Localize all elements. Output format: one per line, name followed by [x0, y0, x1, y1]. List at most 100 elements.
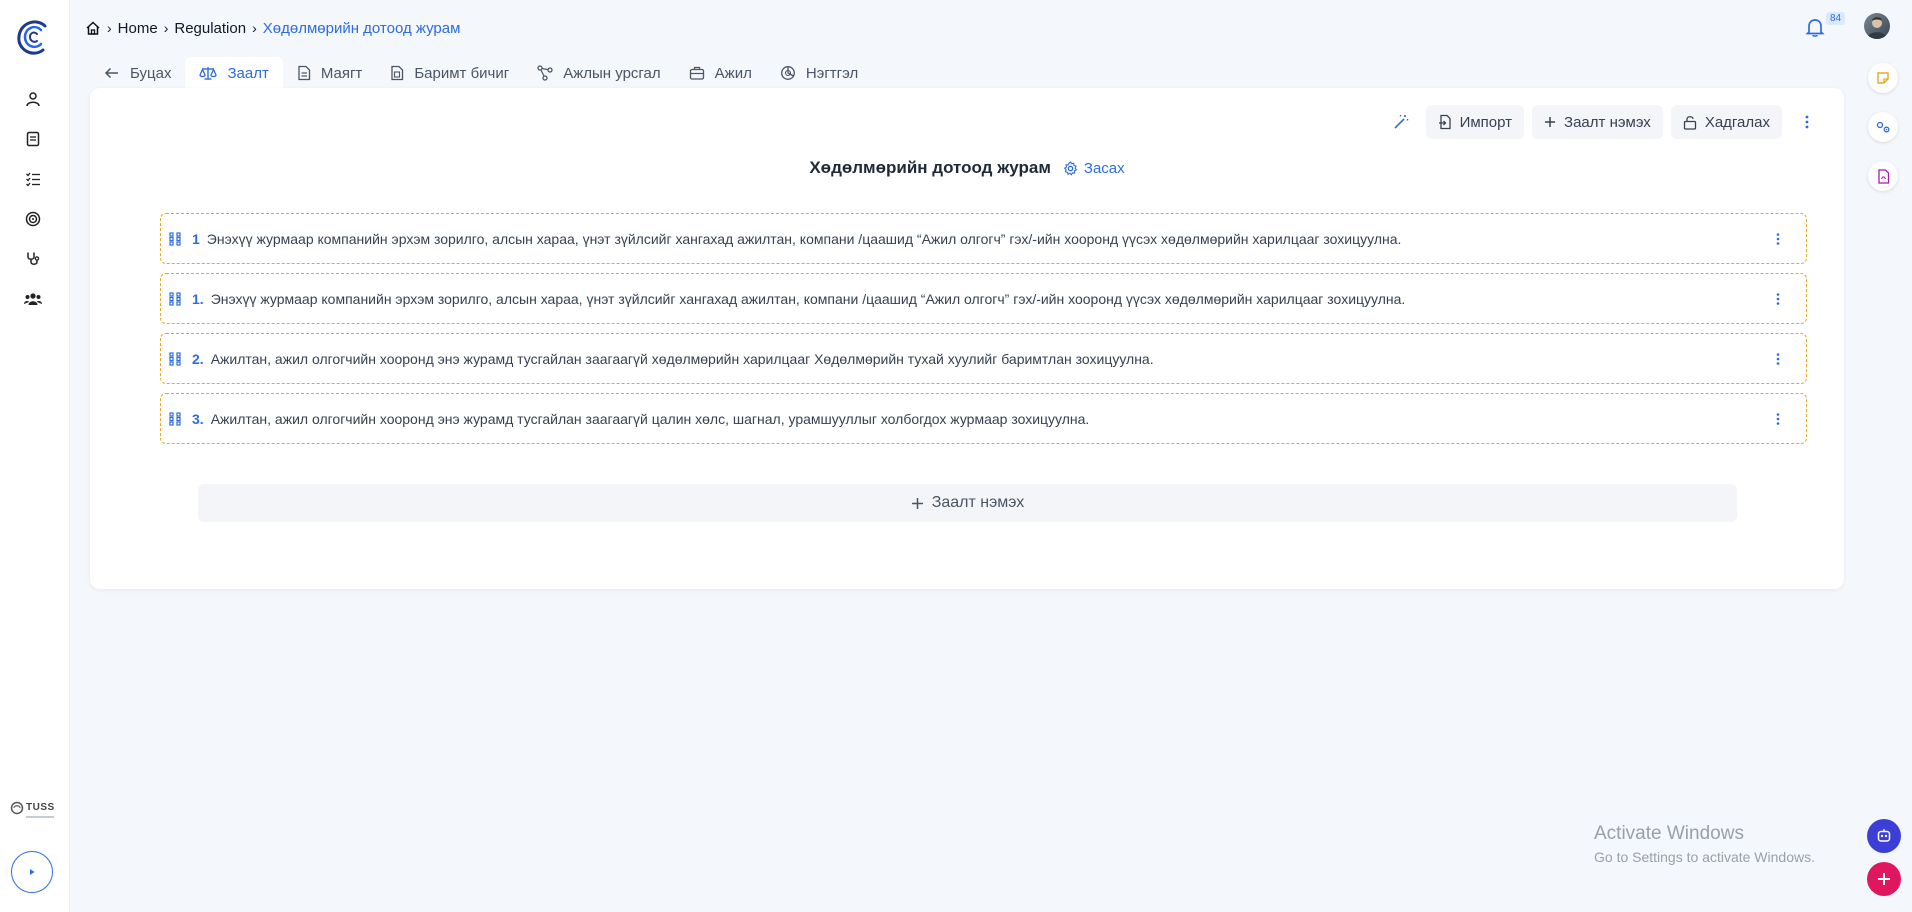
play-icon: [30, 869, 35, 875]
tab-clauses-label: Заалт: [227, 64, 269, 82]
bell-icon[interactable]: [1804, 16, 1826, 38]
clause-row[interactable]: 2. Ажилтан, ажил олгогчийн хооронд энэ ж…: [160, 333, 1807, 384]
tab-tasks-label: Ажил: [714, 64, 752, 82]
drag-handle-icon[interactable]: [168, 291, 182, 306]
magic-wand-icon: [1394, 115, 1408, 129]
tab-forms[interactable]: Маягт: [283, 57, 376, 89]
tab-documents-label: Баримт бичиг: [414, 64, 510, 82]
tab-back-label: Буцах: [130, 64, 172, 82]
main-card: Импорт Заалт нэмэх Хадгалах Хөдөлмөрийн …: [90, 88, 1844, 589]
workflow-icon: [537, 65, 553, 81]
brand-logo: TUSS: [10, 800, 54, 826]
file-pdf-icon: [1877, 168, 1889, 184]
kebab-menu-icon: [1776, 352, 1780, 365]
clause-menu-button[interactable]: [1768, 409, 1788, 429]
clause-row[interactable]: 3. Ажилтан, ажил олгогчийн хооронд энэ ж…: [160, 393, 1807, 444]
clause-number: 2.: [192, 350, 204, 367]
breadcrumb-home[interactable]: Home: [118, 20, 158, 37]
notification-count-badge: 84: [1826, 12, 1846, 25]
target-icon[interactable]: [22, 208, 44, 230]
watermark-title: Activate Windows: [1594, 823, 1744, 844]
kebab-menu-icon: [1776, 232, 1780, 245]
brand-name: TUSS: [26, 802, 55, 813]
chart-pie-icon: [780, 66, 795, 80]
clause-menu-button[interactable]: [1768, 229, 1788, 249]
toolbar: Импорт Заалт нэмэх Хадгалах: [1384, 105, 1824, 139]
file-text-icon: [391, 65, 404, 81]
tab-bar: Буцах Заалт Маягт Баримт бичиг Ажлын урс…: [90, 57, 872, 89]
chevron-right-icon: ›: [107, 20, 112, 36]
tab-tasks[interactable]: Ажил: [675, 57, 766, 89]
clause-number: 1: [192, 230, 200, 247]
save-button-label: Хадгалах: [1704, 113, 1770, 131]
add-clause-toolbar-button[interactable]: Заалт нэмэх: [1532, 105, 1663, 139]
tab-workflow[interactable]: Ажлын урсгал: [523, 57, 674, 89]
arrow-left-icon: [104, 67, 118, 79]
clause-menu-button[interactable]: [1768, 289, 1788, 309]
sticky-note-button[interactable]: [1868, 63, 1898, 93]
breadcrumb-current: Хөдөлмөрийн дотоод журам: [262, 19, 461, 37]
brand-mark-icon: [10, 801, 24, 815]
user-gear-icon: [1876, 121, 1890, 133]
scale-icon: [199, 67, 218, 80]
clause-text: Ажилтан, ажил олгогчийн хооронд энэ жура…: [210, 410, 1090, 427]
tab-back[interactable]: Буцах: [90, 57, 185, 89]
clause-menu-button[interactable]: [1768, 349, 1788, 369]
plus-icon: [1878, 873, 1890, 885]
settings-users-button[interactable]: [1868, 112, 1898, 142]
breadcrumb-regulation[interactable]: Regulation: [174, 20, 246, 37]
more-options-button[interactable]: [1790, 105, 1824, 139]
tab-summary[interactable]: Нэгтгэл: [766, 57, 872, 89]
edit-button-label: Засах: [1083, 159, 1125, 177]
tab-clauses[interactable]: Заалт: [185, 57, 283, 89]
clause-text: Ажилтан, ажил олгогчийн хооронд энэ жура…: [210, 350, 1154, 367]
kebab-menu-icon: [1776, 412, 1780, 425]
sticky-note-icon: [1877, 72, 1889, 84]
document-header: Хөдөлмөрийн дотоод журам Засах: [90, 158, 1844, 178]
edit-button[interactable]: Засах: [1063, 160, 1125, 177]
users-group-icon[interactable]: [22, 288, 44, 310]
lock-open-icon: [1683, 115, 1696, 130]
document-icon: [298, 65, 310, 81]
home-icon[interactable]: [85, 20, 101, 36]
kebab-menu-icon: [1805, 115, 1809, 129]
drag-handle-icon[interactable]: [168, 411, 182, 426]
plus-icon: [911, 497, 923, 509]
stethoscope-icon[interactable]: [22, 248, 44, 270]
clause-row[interactable]: 1 Энэхүү журмаар компанийн эрхэм зорилго…: [160, 213, 1807, 264]
add-fab-button[interactable]: [1867, 862, 1901, 896]
add-clause-button-label: Заалт нэмэх: [931, 494, 1025, 511]
watermark-subtitle: Go to Settings to activate Windows.: [1594, 849, 1815, 865]
assistant-button[interactable]: [1867, 819, 1901, 853]
clause-number: 3.: [192, 410, 204, 427]
magic-wand-button[interactable]: [1384, 105, 1418, 139]
chevron-right-icon: ›: [252, 20, 257, 36]
plus-icon: [1545, 117, 1556, 127]
clause-text: Энэхүү журмаар компанийн эрхэм зорилго, …: [210, 290, 1406, 307]
drag-handle-icon[interactable]: [168, 231, 182, 246]
checklist-icon[interactable]: [22, 168, 44, 190]
app-logo-icon[interactable]: [15, 18, 51, 58]
import-button[interactable]: Импорт: [1425, 105, 1525, 139]
gear-icon: [1063, 160, 1078, 176]
add-clause-button[interactable]: Заалт нэмэх: [198, 484, 1737, 522]
play-button[interactable]: [11, 851, 53, 893]
book-icon[interactable]: [22, 128, 44, 150]
bot-icon: [1877, 829, 1891, 842]
import-button-label: Импорт: [1459, 113, 1513, 131]
avatar[interactable]: [1864, 13, 1890, 39]
tab-summary-label: Нэгтгэл: [805, 64, 859, 82]
kebab-menu-icon: [1776, 292, 1780, 305]
tab-forms-label: Маягт: [320, 64, 363, 82]
user-icon[interactable]: [22, 88, 44, 110]
drag-handle-icon[interactable]: [168, 351, 182, 366]
tab-documents[interactable]: Баримт бичиг: [376, 57, 523, 89]
add-clause-toolbar-label: Заалт нэмэх: [1564, 113, 1651, 131]
left-sidebar: TUSS: [0, 0, 70, 912]
clause-list: 1 Энэхүү журмаар компанийн эрхэм зорилго…: [160, 213, 1807, 453]
breadcrumb: › Home › Regulation › Хөдөлмөрийн дотоод…: [85, 18, 460, 38]
tab-workflow-label: Ажлын урсгал: [563, 64, 661, 82]
pdf-button[interactable]: [1868, 161, 1898, 191]
save-button[interactable]: Хадгалах: [1670, 105, 1782, 139]
clause-row[interactable]: 1. Энэхүү журмаар компанийн эрхэм зорилг…: [160, 273, 1807, 324]
